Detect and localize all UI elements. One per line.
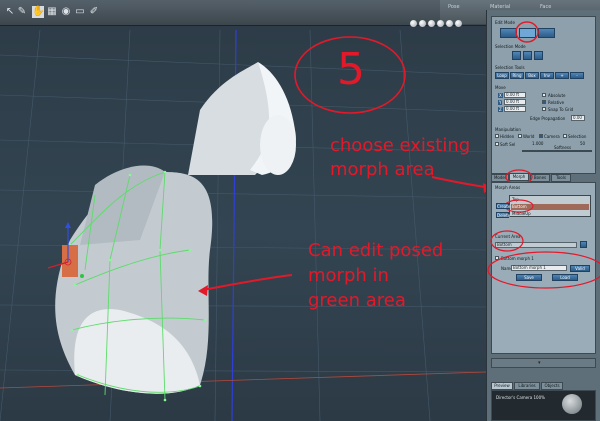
edit-mode-circle-annotation: [515, 21, 539, 43]
select-edge-button[interactable]: [523, 51, 532, 60]
expand-arrow-icon[interactable]: ▾: [538, 360, 541, 366]
hidden-checkbox[interactable]: [495, 134, 499, 138]
move-label: Move: [495, 85, 506, 90]
loop-button[interactable]: Loop: [495, 72, 509, 79]
camera-readout: Director's Camera 100%: [496, 395, 545, 400]
morph-areas-label: Morph Areas: [495, 185, 521, 190]
tab-bones[interactable]: Bones: [530, 174, 550, 182]
properties-panel: Edit Mode Selection Mode Selection Tools…: [486, 10, 600, 421]
move-z-field[interactable]: 0.00 ft: [504, 106, 526, 112]
shrink-button[interactable]: -: [570, 72, 584, 79]
world-label: World: [523, 134, 535, 139]
viewport-canvas[interactable]: [0, 0, 486, 421]
room-tab-pose[interactable]: Pose: [448, 4, 460, 10]
create-button[interactable]: Create: [496, 203, 510, 209]
camera-label: Camera: [544, 134, 560, 139]
camera-trackball-icon[interactable]: [562, 394, 582, 414]
step-number-annotation: 5: [337, 44, 365, 95]
box-button[interactable]: Box: [525, 72, 539, 79]
tab-libraries[interactable]: Libraries: [514, 382, 540, 390]
edit-mode-label: Edit Mode: [495, 20, 515, 25]
tab-preview[interactable]: Preview: [491, 382, 513, 390]
select-vertex-button[interactable]: [512, 51, 521, 60]
mesh-end-cap: [260, 115, 296, 175]
softness-max-value: 50: [580, 141, 586, 146]
x-axis-line: [0, 371, 486, 389]
edit-annotation-line3: green area: [308, 290, 406, 311]
grow-button[interactable]: +: [555, 72, 569, 79]
morph-section: Morph Areas Top Bottom MiddleUp Create D…: [487, 182, 600, 354]
select-face-button[interactable]: [534, 51, 543, 60]
world-radio[interactable]: [518, 134, 522, 138]
softness-value: 1.000: [532, 141, 544, 146]
camera-icon[interactable]: ◉: [60, 6, 72, 18]
edit-annotation-line1: Can edit posed: [308, 240, 444, 261]
manipulation-label: Manipulation: [495, 127, 521, 132]
delete-button[interactable]: Delete: [496, 212, 510, 218]
render-style-icon[interactable]: [410, 20, 417, 27]
snap-to-grid-checkbox[interactable]: [542, 107, 546, 111]
soft-sel-checkbox[interactable]: [495, 142, 499, 146]
move-y-field[interactable]: 0.00 ft: [504, 99, 526, 105]
texture-icon[interactable]: [455, 20, 462, 27]
stack-icon[interactable]: ▦: [46, 6, 58, 18]
choose-area-annotation-line1: choose existing: [330, 135, 471, 156]
wireframe-icon[interactable]: [446, 20, 453, 27]
relative-radio[interactable]: [542, 100, 546, 104]
invert-button[interactable]: Inv: [540, 72, 554, 79]
relative-label: Relative: [548, 100, 565, 105]
shading-icon[interactable]: [437, 20, 444, 27]
selection-mode-label: Selection Mode: [495, 44, 526, 49]
annotation-arrow-to-mesh: [201, 274, 293, 291]
hidden-label: Hidden: [500, 134, 515, 139]
move-x-field[interactable]: 0.00 ft: [504, 92, 526, 98]
preview-area: Director's Camera 100%: [491, 390, 596, 421]
edge-propagation-field[interactable]: 0.00: [571, 115, 585, 121]
tab-tools[interactable]: Tools: [551, 174, 571, 182]
3d-viewport[interactable]: 5 choose existing morph area Can edit po…: [0, 0, 486, 421]
tab-objects[interactable]: Objects: [541, 382, 563, 390]
pointer-icon[interactable]: ↖: [4, 6, 16, 18]
morph-name-circle-annotation: [487, 251, 600, 289]
camera-radio[interactable]: [539, 134, 543, 138]
current-area-dropdown-button[interactable]: [580, 241, 587, 248]
selection-label: Selection: [568, 134, 587, 139]
absolute-radio[interactable]: [542, 93, 546, 97]
selection-radio[interactable]: [563, 134, 567, 138]
snap-label: Snap To Grid: [548, 107, 574, 112]
edit-mode-section: Edit Mode Selection Mode Selection Tools…: [491, 16, 596, 174]
collapsed-section: ▾: [491, 358, 596, 368]
hand-icon[interactable]: ✋: [32, 6, 44, 18]
view-controls: [410, 20, 464, 28]
lighting-icon[interactable]: [419, 20, 426, 27]
selection-tools-label: Selection Tools: [495, 65, 525, 70]
absolute-label: Absolute: [548, 93, 566, 98]
ring-button[interactable]: Ring: [510, 72, 524, 79]
edge-propagation-label: Edge Propagation: [530, 116, 566, 121]
edit-annotation-line2: morph in: [308, 265, 389, 286]
current-area-circle-annotation: [490, 230, 524, 252]
sphere-icon[interactable]: [428, 20, 435, 27]
brush-icon[interactable]: ✎: [16, 6, 28, 18]
edit-mode-mesh-button[interactable]: [538, 28, 555, 38]
soft-sel-label: Soft Sel: [500, 142, 516, 147]
choose-area-annotation-line2: morph area: [330, 159, 435, 180]
annotation-arrow-to-panel: [431, 176, 486, 189]
lock-icon[interactable]: ▭: [74, 6, 86, 18]
softness-slider[interactable]: [522, 150, 592, 152]
edit-icon[interactable]: ✐: [88, 6, 100, 18]
